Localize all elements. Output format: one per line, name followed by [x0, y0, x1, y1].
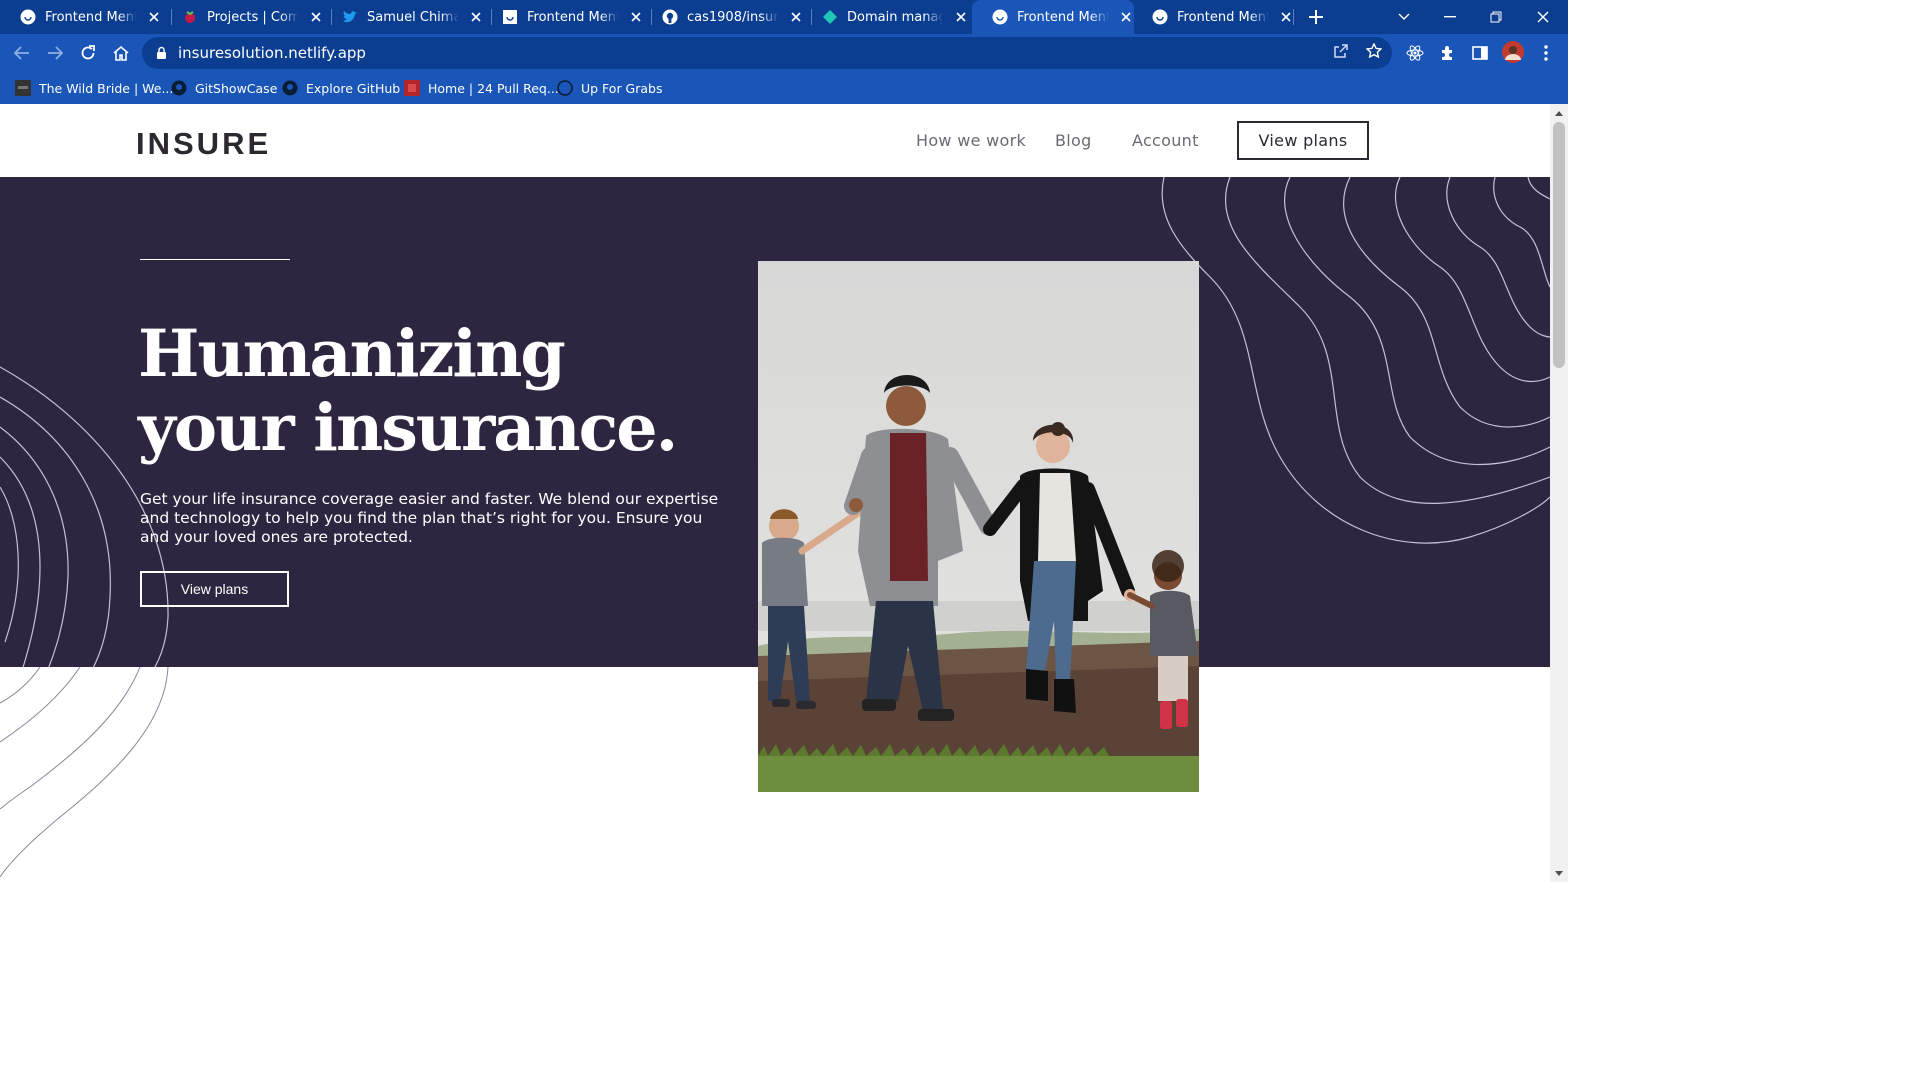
plus-icon [1309, 10, 1323, 24]
browser-toolbar: insuresolution.netlify.app [0, 34, 1568, 72]
side-panel-icon[interactable] [1469, 42, 1491, 64]
site-icon [15, 80, 31, 96]
reload-button[interactable] [75, 40, 101, 66]
raspberry-icon [182, 9, 198, 25]
bookmark-up-for-grabs[interactable]: Up For Grabs [557, 78, 663, 98]
nav-view-plans-button[interactable]: View plans [1237, 121, 1369, 160]
address-bar[interactable]: insuresolution.netlify.app [142, 37, 1392, 69]
bookmarks-bar: The Wild Bride | We... GitShowCase Explo… [0, 72, 1568, 104]
frontend-mentor-icon [502, 9, 518, 25]
hero-title-line1: Humanizing [138, 316, 566, 392]
tab-strip: Frontend Mentor Projects | Computer Samu… [0, 0, 1568, 34]
close-icon [1537, 11, 1549, 23]
close-tab-icon[interactable] [147, 9, 162, 25]
forward-button[interactable] [42, 40, 68, 66]
bookmark-label: The Wild Bride | We... [39, 80, 174, 96]
nav-blog[interactable]: Blog [1055, 131, 1092, 150]
tab-title: Frontend Mentor [1017, 9, 1109, 25]
reload-icon [81, 45, 95, 60]
frontend-mentor-icon [20, 9, 36, 25]
scrollbar-thumb[interactable] [1553, 122, 1565, 368]
tab-title: Samuel Chima (@ [367, 9, 459, 25]
scroll-down-icon[interactable] [1554, 868, 1564, 878]
globe-icon [557, 80, 573, 96]
contour-pattern-right [1161, 177, 1550, 544]
close-window-button[interactable] [1520, 0, 1566, 34]
hero-title: Humanizing your insurance. [138, 317, 738, 465]
home-button[interactable] [108, 40, 134, 66]
tab-domain-management[interactable]: Domain managem [802, 0, 972, 34]
tab-title: Frontend Mentor [45, 9, 137, 25]
tab-title: Frontend Mentor [1177, 9, 1269, 25]
hero-divider [140, 259, 290, 260]
family-photo [758, 261, 1199, 792]
twitter-icon [342, 9, 358, 25]
tab-title: cas1908/insure-la [687, 9, 779, 25]
avatar[interactable] [1502, 41, 1524, 63]
home-icon [113, 45, 129, 61]
bookmark-label: Explore GitHub [306, 80, 401, 96]
tab-search-button[interactable] [1381, 0, 1427, 34]
hero-view-plans-button[interactable]: View plans [140, 571, 289, 607]
nav-account[interactable]: Account [1132, 131, 1199, 150]
restore-icon [1490, 11, 1502, 23]
hero-description: Get your life insurance coverage easier … [140, 490, 719, 546]
frontend-mentor-icon [1152, 9, 1168, 25]
new-tab-button[interactable] [1304, 5, 1328, 29]
bookmark-24-pull-requests[interactable]: Home | 24 Pull Req... [404, 78, 559, 98]
github-icon [662, 9, 678, 25]
tab-twitter[interactable]: Samuel Chima (@ [322, 0, 484, 34]
page-scrollbar[interactable] [1550, 104, 1568, 882]
tab-frontend-mentor-1[interactable]: Frontend Mentor [0, 0, 162, 34]
tab-frontend-mentor-3[interactable]: Frontend Mentor [1132, 0, 1294, 34]
page-viewport: INSURE How we work Blog Account View pla… [0, 104, 1550, 882]
nav-how-we-work[interactable]: How we work [916, 131, 1026, 150]
lock-icon [156, 46, 168, 60]
extensions-icon[interactable] [1437, 42, 1459, 64]
site-icon [404, 80, 420, 96]
tab-projects[interactable]: Projects | Computer [162, 0, 324, 34]
bookmark-gitshowcase[interactable]: GitShowCase [171, 78, 277, 98]
bookmark-explore-github[interactable]: Explore GitHub [282, 78, 400, 98]
menu-kebab-icon[interactable] [1535, 42, 1557, 64]
bookmark-label: Up For Grabs [581, 80, 663, 96]
back-button[interactable] [9, 40, 35, 66]
insure-logo[interactable]: INSURE [136, 126, 271, 162]
url-text: insuresolution.netlify.app [178, 44, 366, 62]
hero-title-line2: your insurance. [138, 390, 678, 466]
tab-title: Projects | Computer [207, 9, 299, 25]
contour-pattern-left-lower [0, 667, 169, 878]
github-icon [282, 80, 298, 96]
bookmark-label: Home | 24 Pull Req... [428, 80, 559, 96]
arrow-right-icon [48, 46, 63, 60]
tab-title: Frontend Mentor [527, 9, 619, 25]
site-header: INSURE How we work Blog Account View pla… [0, 104, 1550, 176]
arrow-left-icon [14, 46, 29, 60]
restore-button[interactable] [1473, 0, 1519, 34]
tab-title: Domain managem [847, 9, 943, 25]
netlify-icon [822, 9, 838, 25]
minimize-button[interactable] [1427, 0, 1473, 34]
bookmark-wild-bride[interactable]: The Wild Bride | We... [15, 78, 173, 98]
close-tab-icon[interactable] [953, 9, 969, 25]
bookmark-label: GitShowCase [195, 80, 278, 96]
close-tab-icon[interactable] [1279, 9, 1294, 25]
scroll-up-icon[interactable] [1554, 108, 1564, 118]
chevron-down-icon [1398, 13, 1410, 20]
tab-github[interactable]: cas1908/insure-la [642, 0, 804, 34]
bookmark-star-icon[interactable] [1363, 40, 1385, 62]
frontend-mentor-icon [992, 9, 1008, 25]
tab-frontend-mentor-active[interactable]: Frontend Mentor [972, 0, 1134, 34]
github-icon [171, 80, 187, 96]
share-icon[interactable] [1330, 40, 1352, 62]
minimize-icon [1444, 16, 1456, 18]
tab-frontend-mentor-2[interactable]: Frontend Mentor [482, 0, 644, 34]
react-devtools-icon[interactable] [1404, 42, 1426, 64]
